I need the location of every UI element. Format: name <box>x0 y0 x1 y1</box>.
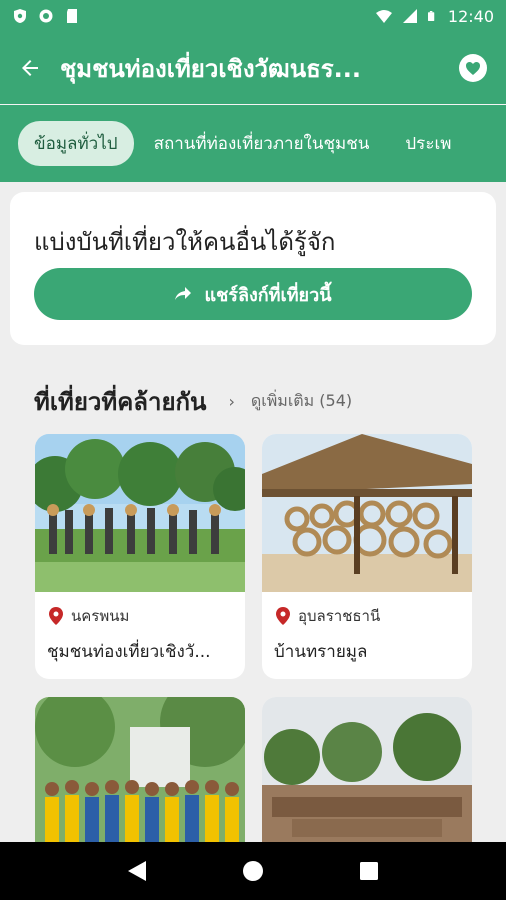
status-time: 12:40 <box>447 6 494 26</box>
share-arrow-icon <box>175 287 192 300</box>
place-image-ruins <box>262 697 472 842</box>
status-bar: 12:40 <box>0 0 506 32</box>
place-name: บ้านทรายมูล <box>274 642 368 662</box>
heart-icon <box>459 54 487 82</box>
wifi-icon <box>375 10 392 23</box>
nav-recents-icon[interactable] <box>358 860 380 882</box>
place-card[interactable] <box>262 697 472 842</box>
favorite-button[interactable] <box>440 32 506 104</box>
share-link-button[interactable]: แชร์ลิงก์ที่เที่ยวนี้ <box>34 268 472 320</box>
nav-back-icon[interactable] <box>126 859 148 883</box>
place-card[interactable] <box>35 697 245 842</box>
location-pin-icon <box>276 607 290 625</box>
tab-attractions[interactable]: สถานที่ท่องเที่ยวภายในชุมชน <box>138 121 386 166</box>
nav-home-icon[interactable] <box>241 859 265 883</box>
share-link-label: แชร์ลิงก์ที่เที่ยวนี้ <box>204 284 332 306</box>
see-more-link[interactable]: ดูเพิ่มเติม (54) <box>251 389 352 414</box>
page-title: ชุมชนท่องเที่ยวเชิงวัฒนธร... <box>60 54 361 83</box>
place-province: นครพนม <box>71 607 130 625</box>
similar-section-title: ที่เที่ยวที่คล้ายกัน <box>34 387 207 416</box>
place-province: อุบลราชธานี <box>298 607 381 625</box>
shield-icon <box>14 9 26 23</box>
location-pin-icon <box>49 607 63 625</box>
system-nav-bar <box>0 842 506 900</box>
share-card: แบ่งบันที่เที่ยวให้คนอื่นได้รู้จัก แชร์ล… <box>10 192 496 345</box>
sd-card-icon <box>67 9 77 23</box>
place-location: นครพนม <box>35 592 245 628</box>
place-card[interactable]: อุบลราชธานี บ้านทรายมูล <box>262 434 472 679</box>
place-image-farmers <box>35 434 245 592</box>
battery-icon <box>427 11 435 21</box>
tab-bar: ข้อมูลทั่วไป สถานที่ท่องเที่ยวภายในชุมชน… <box>0 105 506 182</box>
place-card[interactable]: นครพนม ชุมชนท่องเที่ยวเชิงวั... <box>35 434 245 679</box>
sync-icon <box>39 9 53 23</box>
place-name: ชุมชนท่องเที่ยวเชิงวั... <box>47 642 211 662</box>
place-location: อุบลราชธานี <box>262 592 472 628</box>
place-image-group <box>35 697 245 842</box>
similar-section-header: ที่เที่ยวที่คล้ายกัน › ดูเพิ่มเติม (54) <box>34 383 474 419</box>
place-image-pavilion <box>262 434 472 592</box>
back-arrow-icon <box>22 60 38 76</box>
chevron-right-icon[interactable]: › <box>228 392 234 411</box>
share-title: แบ่งบันที่เที่ยวให้คนอื่นได้รู้จัก <box>34 228 336 256</box>
tab-general-info[interactable]: ข้อมูลทั่วไป <box>18 121 134 166</box>
back-button[interactable] <box>0 32 60 104</box>
tab-traditions[interactable]: ประเพ <box>389 121 467 166</box>
signal-icon <box>402 9 417 23</box>
app-bar: ชุมชนท่องเที่ยวเชิงวัฒนธร... <box>0 32 506 104</box>
